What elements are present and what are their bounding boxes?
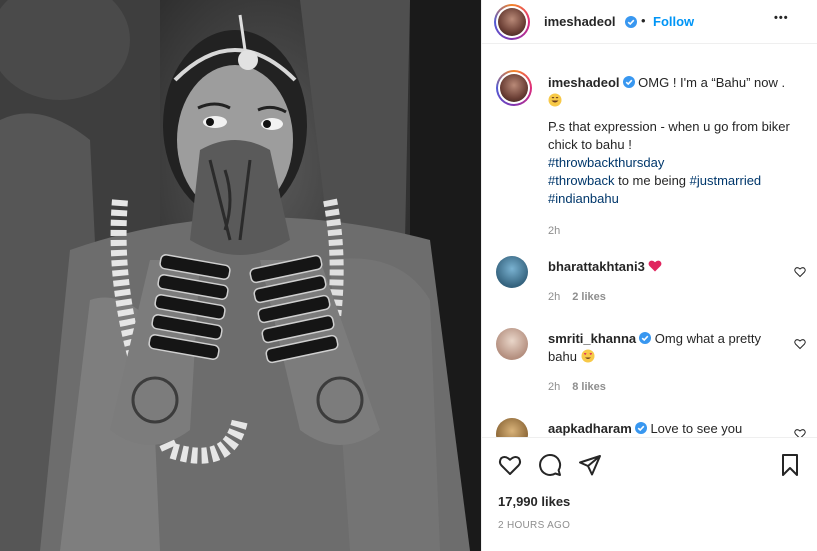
caption-timestamp[interactable]: 2h <box>548 222 810 240</box>
comment-time[interactable]: 2h <box>548 381 560 393</box>
caption-line1: OMG ! I'm a “Bahu” now . <box>638 75 786 90</box>
hashtag-throwback[interactable]: #throwback <box>548 173 614 188</box>
author-username[interactable]: imeshadeol <box>544 14 616 29</box>
share-icon[interactable] <box>578 453 602 477</box>
comment-item: aapkadharam Love to see you <box>496 418 806 437</box>
author-avatar[interactable] <box>494 4 530 40</box>
heart-eyes-emoji <box>581 349 595 363</box>
more-options-icon[interactable]: ••• <box>774 12 789 24</box>
comment-body: Love to see you <box>650 421 743 436</box>
comment-likes[interactable]: 2 likes <box>572 291 606 303</box>
comment-text: smriti_khanna Omg what a pretty bahu <box>548 330 788 366</box>
heart-icon[interactable] <box>794 338 806 350</box>
caption-username[interactable]: imeshadeol <box>548 75 620 90</box>
heart-icon[interactable] <box>794 428 806 437</box>
heart-icon[interactable] <box>794 266 806 278</box>
hashtag-throwbackthursday[interactable]: #throwbackthursday <box>548 155 664 170</box>
commenter-avatar[interactable] <box>496 328 528 360</box>
verified-badge-icon <box>622 76 635 88</box>
bride-photo-illustration <box>0 0 481 551</box>
separator-dot: • <box>641 13 646 28</box>
caption-avatar[interactable] <box>496 70 532 106</box>
comment-text: bharattakhtani3 <box>548 258 788 276</box>
post-header: imeshadeol • Follow ••• <box>482 0 817 44</box>
commenter-avatar[interactable] <box>496 418 528 437</box>
likes-count[interactable]: 17,990 likes <box>498 494 570 509</box>
hashtag-indianbahu[interactable]: #indianbahu <box>548 191 619 206</box>
post-actions: 17,990 likes 2 HOURS AGO <box>482 437 817 551</box>
comment-time[interactable]: 2h <box>548 291 560 303</box>
caption-mid-text: to me being <box>614 173 690 188</box>
commenter-avatar[interactable] <box>496 256 528 288</box>
post-side-panel: imeshadeol • Follow ••• imeshadeol OMG !… <box>481 0 817 551</box>
bookmark-icon[interactable] <box>778 453 802 477</box>
comment-meta: 2h 8 likes <box>548 381 606 393</box>
grinning-emoji <box>548 93 562 107</box>
comment-likes[interactable]: 8 likes <box>572 381 606 393</box>
verified-badge-icon <box>634 422 647 434</box>
caption-text: imeshadeol OMG ! I'm a “Bahu” now . P.s … <box>548 74 810 240</box>
commenter-username[interactable]: smriti_khanna <box>548 331 636 346</box>
comment-meta: 2h 2 likes <box>548 291 606 303</box>
commenter-username[interactable]: aapkadharam <box>548 421 632 436</box>
verified-badge-icon <box>625 16 637 28</box>
verified-badge-icon <box>639 332 652 344</box>
hashtag-justmarried[interactable]: #justmarried <box>690 173 762 188</box>
follow-button[interactable]: Follow <box>653 14 694 29</box>
caption-line2: P.s that expression - when u go from bik… <box>548 119 790 152</box>
post-timestamp[interactable]: 2 HOURS AGO <box>498 520 570 531</box>
comment-icon[interactable] <box>538 453 562 477</box>
commenter-username[interactable]: bharattakhtani3 <box>548 259 645 274</box>
red-heart-emoji <box>649 260 662 272</box>
heart-icon[interactable] <box>498 453 522 477</box>
comment-text: aapkadharam Love to see you <box>548 420 788 437</box>
post-photo[interactable] <box>0 0 481 551</box>
